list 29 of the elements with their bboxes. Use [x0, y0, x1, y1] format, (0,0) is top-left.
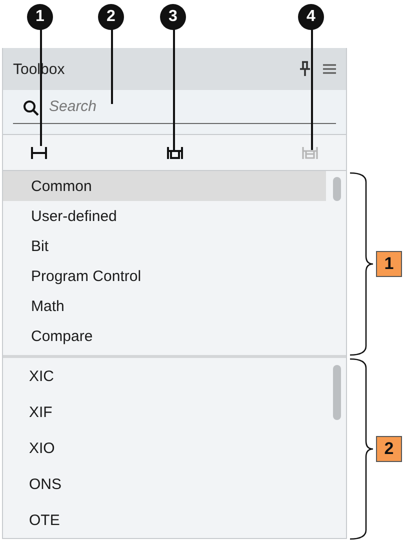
instruction-item[interactable]: ONS	[3, 466, 326, 502]
branch-icon	[166, 146, 182, 160]
callout-marker: 1	[27, 4, 53, 30]
instruction-item[interactable]: XIF	[3, 394, 326, 430]
rung-icon	[31, 146, 47, 160]
tool-button[interactable]	[31, 146, 47, 160]
callout-marker: 3	[160, 4, 186, 30]
instruction-item[interactable]: XIC	[3, 358, 326, 394]
tool-button[interactable]	[166, 146, 182, 160]
scrollbar-thumb[interactable]	[333, 365, 341, 420]
category-item[interactable]: Bit	[3, 231, 326, 261]
callout-marker: 4	[298, 4, 324, 30]
pin-icon[interactable]	[299, 61, 311, 77]
section-tag: 1	[376, 251, 402, 277]
menu-icon[interactable]	[323, 64, 336, 74]
category-item[interactable]: Program Control	[3, 261, 326, 291]
search-bar[interactable]: Search	[3, 90, 346, 134]
search-icon	[23, 100, 39, 116]
category-item[interactable]: Compare	[3, 321, 326, 351]
callout-marker: 2	[98, 4, 124, 30]
branch-level-icon	[302, 146, 318, 160]
search-field[interactable]: Search	[13, 90, 336, 124]
instruction-item[interactable]: OTE	[3, 502, 326, 538]
category-item[interactable]: User-defined	[3, 201, 326, 231]
instruction-item[interactable]: XIO	[3, 430, 326, 466]
category-item[interactable]: Common	[3, 171, 326, 201]
category-item[interactable]: Math	[3, 291, 326, 321]
scrollbar-thumb[interactable]	[333, 177, 341, 201]
section-tag: 2	[376, 436, 402, 462]
